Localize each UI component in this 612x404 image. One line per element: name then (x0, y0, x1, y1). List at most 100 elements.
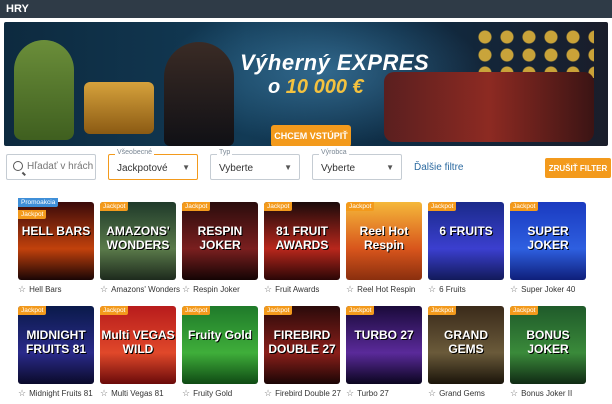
game-tile[interactable]: RESPIN JOKER Jackpot ☆ Respin Joker (182, 202, 258, 295)
search-input[interactable] (27, 161, 93, 172)
game-title: Fruity Gold (193, 389, 233, 398)
game-thumbnail[interactable]: MIDNIGHT FRUITS 81 Jackpot (18, 306, 94, 384)
favorite-star-icon[interactable]: ☆ (100, 284, 108, 294)
game-tile[interactable]: FIREBIRD DOUBLE 27 Jackpot ☆ Firebird Doubl… (264, 306, 341, 399)
general-select-value: Jackpotové (117, 163, 168, 174)
jackpot-badge: Jackpot (18, 210, 47, 219)
general-select-label: Všeobecné (115, 149, 155, 156)
favorite-star-icon[interactable]: ☆ (428, 284, 436, 294)
jackpot-badge: Jackpot (100, 202, 129, 211)
coins-decoration (474, 28, 594, 78)
game-title: Multi Vegas 81 (111, 389, 164, 398)
game-tile[interactable]: 6 FRUITS Jackpot ☆ 6 Fruits (428, 202, 504, 295)
game-caption: ☆ Firebird Double 27 (264, 388, 341, 399)
jackpot-badge: Jackpot (182, 306, 211, 315)
game-art-title: 6 FRUITS (439, 224, 493, 238)
favorite-star-icon[interactable]: ☆ (100, 388, 108, 398)
game-caption: ☆ Grand Gems (428, 388, 504, 399)
page-header: HRY (0, 0, 612, 18)
jackpot-badge: Jackpot (510, 202, 539, 211)
favorite-star-icon[interactable]: ☆ (18, 284, 26, 294)
game-thumbnail[interactable]: 81 FRUIT AWARDS Jackpot (264, 202, 340, 280)
favorite-star-icon[interactable]: ☆ (346, 388, 354, 398)
game-thumbnail[interactable]: Reel Hot Respin Jackpot (346, 202, 422, 280)
banner-cta-button[interactable]: CHCEM VSTÚPIŤ (271, 125, 351, 146)
favorite-star-icon[interactable]: ☆ (510, 388, 518, 398)
maker-select-value: Vyberte (321, 163, 356, 174)
chevron-down-icon: ▼ (182, 163, 190, 172)
game-art-title: GRAND GEMS (444, 328, 488, 356)
game-thumbnail[interactable]: TURBO 27 Jackpot (346, 306, 422, 384)
game-tile[interactable]: HELL BARS Jackpot Promoakcia ☆ Hell Bars (18, 198, 94, 295)
filter-bar: Všeobecné Jackpotové ▼ Typ Vyberte ▼ Výr… (4, 149, 611, 182)
game-tile[interactable]: BONUS JOKER Jackpot ☆ Bonus Joker II (510, 306, 586, 399)
game-thumbnail[interactable]: AMAZONS' WONDERS Jackpot (100, 202, 176, 280)
game-tile[interactable]: GRAND GEMS Jackpot ☆ Grand Gems (428, 306, 504, 399)
general-select[interactable]: Všeobecné Jackpotové ▼ (108, 149, 198, 180)
game-tile[interactable]: Multi VEGAS WILD Jackpot ☆ Multi Vegas 81 (100, 306, 176, 399)
maker-select[interactable]: Výrobca Vyberte ▼ (312, 149, 402, 180)
game-art-title: 81 FRUIT AWARDS (275, 224, 329, 252)
promo-banner[interactable]: Výherný EXPRES o 10 000 € CHCEM VSTÚPIŤ (4, 22, 608, 146)
game-tile[interactable]: SUPER JOKER Jackpot ☆ Super Joker 40 (510, 202, 586, 295)
search-field[interactable] (6, 154, 96, 180)
type-select-value: Vyberte (219, 163, 254, 174)
game-caption: ☆ Bonus Joker II (510, 388, 586, 399)
jackpot-badge: Jackpot (346, 202, 375, 211)
game-title: Turbo 27 (357, 389, 389, 398)
game-thumbnail[interactable]: GRAND GEMS Jackpot (428, 306, 504, 384)
train-decoration (384, 72, 594, 142)
game-thumbnail[interactable]: SUPER JOKER Jackpot (510, 202, 586, 280)
game-art-title: TURBO 27 (354, 328, 414, 342)
game-art-title: MIDNIGHT FRUITS 81 (25, 328, 86, 356)
game-tile[interactable]: 81 FRUIT AWARDS Jackpot ☆ Fruit Awards (264, 202, 340, 295)
game-art-title: Reel Hot Respin (359, 224, 409, 252)
favorite-star-icon[interactable]: ☆ (428, 388, 436, 398)
treasure-chest-decoration (84, 82, 154, 134)
game-title: 6 Fruits (439, 285, 466, 294)
game-tile[interactable]: TURBO 27 Jackpot ☆ Turbo 27 (346, 306, 422, 399)
favorite-star-icon[interactable]: ☆ (182, 284, 190, 294)
game-art-title: SUPER JOKER (527, 224, 569, 252)
chevron-down-icon: ▼ (284, 163, 292, 172)
jackpot-badge: Jackpot (100, 306, 129, 315)
game-art-title: Multi VEGAS WILD (101, 328, 175, 356)
favorite-star-icon[interactable]: ☆ (18, 388, 26, 398)
promo-badge: Promoakcia (18, 198, 59, 207)
game-title: Firebird Double 27 (275, 389, 341, 398)
game-thumbnail[interactable]: FIREBIRD DOUBLE 27 Jackpot (264, 306, 340, 384)
game-thumbnail[interactable]: HELL BARS Jackpot (18, 202, 94, 280)
game-title: Midnight Fruits 81 (29, 389, 93, 398)
jackpot-badge: Jackpot (18, 306, 47, 315)
game-tile[interactable]: AMAZONS' WONDERS Jackpot ☆ Amazons' Wonders (100, 202, 180, 295)
game-thumbnail[interactable]: Multi VEGAS WILD Jackpot (100, 306, 176, 384)
game-thumbnail[interactable]: BONUS JOKER Jackpot (510, 306, 586, 384)
game-tile[interactable]: MIDNIGHT FRUITS 81 Jackpot ☆ Midnight Fruit… (18, 306, 94, 399)
game-tile[interactable]: Fruity Gold Jackpot ☆ Fruity Gold (182, 306, 258, 399)
maker-select-label: Výrobca (319, 149, 349, 156)
favorite-star-icon[interactable]: ☆ (182, 388, 190, 398)
game-title: Reel Hot Respin (357, 285, 416, 294)
game-art-title: Fruity Gold (188, 328, 252, 342)
banner-title: Výherný EXPRES (240, 50, 430, 75)
favorite-star-icon[interactable]: ☆ (264, 388, 272, 398)
more-filters-link[interactable]: Ďalšie filtre (414, 162, 463, 173)
favorite-star-icon[interactable]: ☆ (346, 284, 354, 294)
game-title: Super Joker 40 (521, 285, 576, 294)
game-caption: ☆ Hell Bars (18, 284, 94, 295)
game-thumbnail[interactable]: RESPIN JOKER Jackpot (182, 202, 258, 280)
game-tile[interactable]: Reel Hot Respin Jackpot ☆ Reel Hot Respin (346, 202, 422, 295)
jackpot-badge: Jackpot (346, 306, 375, 315)
cancel-filter-button[interactable]: ZRUŠIŤ FILTER (545, 158, 611, 178)
type-select[interactable]: Typ Vyberte ▼ (210, 149, 300, 180)
game-thumbnail[interactable]: 6 FRUITS Jackpot (428, 202, 504, 280)
game-caption: ☆ 6 Fruits (428, 284, 504, 295)
favorite-star-icon[interactable]: ☆ (510, 284, 518, 294)
game-caption: ☆ Turbo 27 (346, 388, 422, 399)
game-art-title: FIREBIRD DOUBLE 27 (268, 328, 336, 356)
favorite-star-icon[interactable]: ☆ (264, 284, 272, 294)
game-thumbnail[interactable]: Fruity Gold Jackpot (182, 306, 258, 384)
game-art-title: BONUS JOKER (526, 328, 570, 356)
game-caption: ☆ Multi Vegas 81 (100, 388, 176, 399)
game-title: Respin Joker (193, 285, 240, 294)
